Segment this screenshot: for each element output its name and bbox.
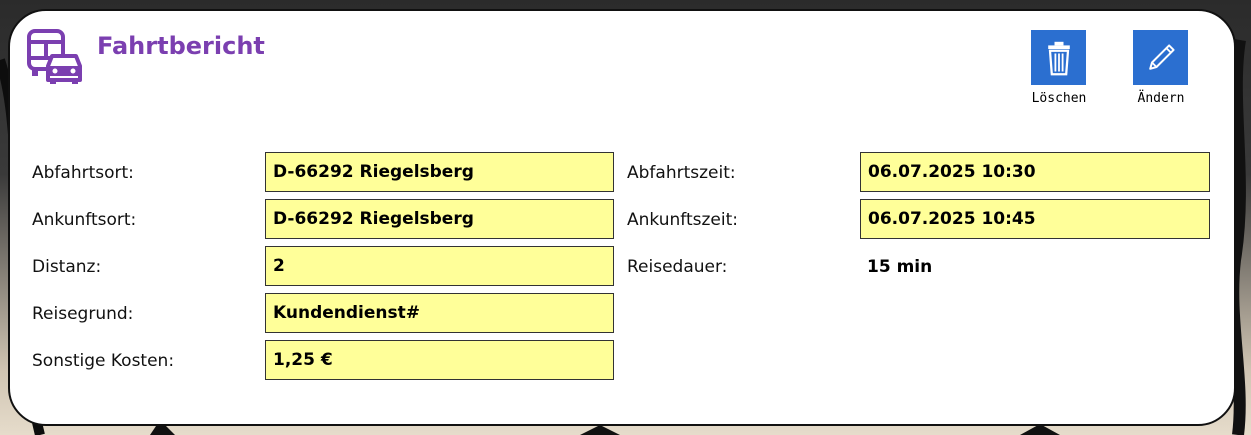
- departure-time-field[interactable]: 06.07.2025 10:30: [860, 152, 1210, 192]
- other-costs-field[interactable]: 1,25 €: [265, 340, 614, 380]
- duration-value: 15 min: [867, 257, 933, 277]
- arrival-time-label: Ankunftszeit:: [627, 210, 738, 230]
- distance-field[interactable]: 2: [265, 246, 614, 286]
- purpose-label: Reisegrund:: [32, 304, 134, 324]
- distance-label: Distanz:: [32, 257, 102, 277]
- other-costs-label: Sonstige Kosten:: [32, 351, 175, 371]
- arrival-place-field[interactable]: D-66292 Riegelsberg: [265, 199, 614, 239]
- trash-icon: [1047, 41, 1070, 75]
- arrival-place-label: Ankunftsort:: [32, 210, 137, 230]
- departure-place-field[interactable]: D-66292 Riegelsberg: [265, 152, 614, 192]
- delete-label: Löschen: [1031, 91, 1087, 106]
- vehicles-icon: [26, 28, 84, 86]
- edit-button[interactable]: [1133, 30, 1188, 85]
- delete-button[interactable]: [1031, 30, 1086, 85]
- pencil-icon: [1148, 43, 1175, 70]
- edit-label: Ändern: [1137, 91, 1185, 106]
- purpose-field[interactable]: Kundendienst#: [265, 293, 614, 333]
- duration-label: Reisedauer:: [627, 257, 728, 277]
- trip-report-card: Fahrtbericht Löschen Ändern Abfahrtsort:: [8, 9, 1236, 426]
- departure-time-label: Abfahrtszeit:: [627, 163, 736, 183]
- departure-place-label: Abfahrtsort:: [32, 163, 134, 183]
- delete-action[interactable]: Löschen: [1031, 30, 1087, 106]
- arrival-time-field[interactable]: 06.07.2025 10:45: [860, 199, 1210, 239]
- edit-action[interactable]: Ändern: [1133, 30, 1189, 106]
- page-title: Fahrtbericht: [97, 32, 265, 60]
